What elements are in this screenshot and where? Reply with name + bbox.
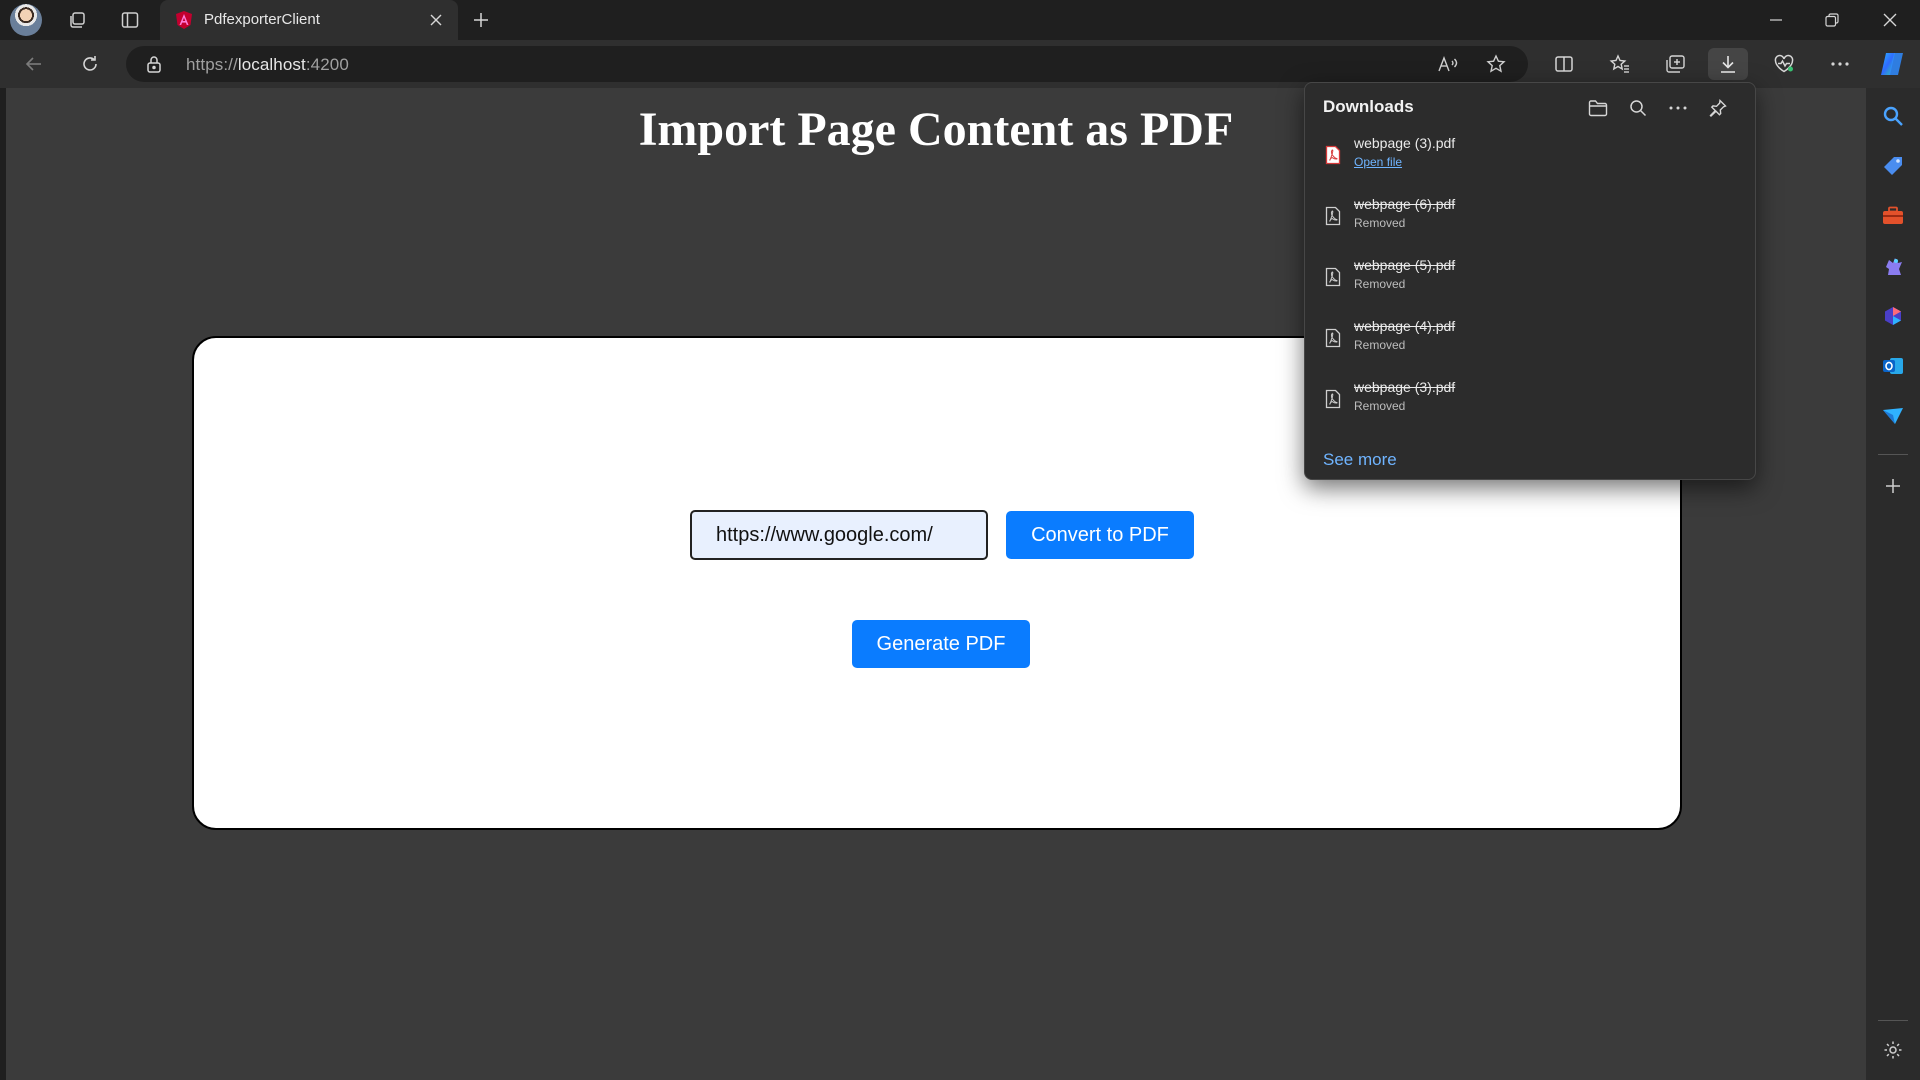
angular-favicon-icon: [176, 11, 192, 29]
sidebar-divider: [1878, 454, 1908, 455]
generate-pdf-button[interactable]: Generate PDF: [852, 620, 1030, 668]
browser-essentials-icon[interactable]: [1764, 48, 1804, 80]
sidebar-divider-bottom: [1878, 1020, 1908, 1021]
new-tab-icon[interactable]: [465, 4, 497, 36]
shopping-tag-icon[interactable]: [1879, 152, 1907, 180]
browser-tab[interactable]: PdfexporterClient: [160, 0, 458, 40]
favorite-star-icon[interactable]: [1480, 50, 1512, 78]
address-bar[interactable]: https://localhost:4200: [126, 46, 1528, 82]
download-file-name: webpage (5).pdf: [1354, 257, 1456, 273]
download-status: Removed: [1354, 216, 1406, 230]
removed-file-icon: [1325, 328, 1341, 348]
download-file-name: webpage (6).pdf: [1354, 196, 1456, 212]
convert-to-pdf-button[interactable]: Convert to PDF: [1006, 511, 1194, 559]
download-item[interactable]: webpage (3).pdf Removed: [1305, 369, 1757, 429]
download-status: Removed: [1354, 277, 1406, 291]
split-screen-icon[interactable]: [1544, 48, 1584, 80]
vertical-tabs-icon[interactable]: [110, 4, 150, 36]
lock-icon[interactable]: [146, 55, 162, 73]
sidebar-settings-gear-icon[interactable]: [1879, 1036, 1907, 1064]
read-aloud-icon[interactable]: [1432, 50, 1464, 78]
download-file-name: webpage (3).pdf: [1354, 379, 1456, 395]
outlook-icon[interactable]: [1879, 352, 1907, 380]
close-window-icon[interactable]: [1862, 0, 1918, 40]
downloads-icon[interactable]: [1708, 48, 1748, 80]
open-file-link[interactable]: Open file: [1354, 155, 1402, 169]
search-icon[interactable]: [1879, 102, 1907, 130]
pdf-file-icon: [1325, 145, 1341, 165]
favorites-icon[interactable]: [1600, 48, 1640, 80]
removed-file-icon: [1325, 267, 1341, 287]
address-url[interactable]: https://localhost:4200: [186, 55, 349, 75]
search-downloads-icon[interactable]: [1621, 91, 1655, 125]
browser-toolbar: https://localhost:4200: [0, 40, 1920, 88]
downloads-panel: Downloads webpage (3).pdf Open file webp…: [1304, 82, 1756, 480]
copilot-icon[interactable]: [1872, 48, 1912, 80]
tools-briefcase-icon[interactable]: [1879, 202, 1907, 230]
pin-downloads-icon[interactable]: [1701, 91, 1735, 125]
url-port: :4200: [305, 55, 349, 74]
profile-avatar[interactable]: [10, 4, 42, 36]
url-input[interactable]: [690, 510, 988, 560]
download-status: Removed: [1354, 399, 1406, 413]
open-downloads-folder-icon[interactable]: [1581, 91, 1615, 125]
download-item[interactable]: webpage (3).pdf Open file: [1305, 125, 1757, 185]
collections-icon[interactable]: [1655, 48, 1695, 80]
download-file-name: webpage (4).pdf: [1354, 318, 1456, 334]
title-bar: PdfexporterClient: [0, 0, 1920, 40]
tab-title: PdfexporterClient: [204, 11, 320, 28]
microsoft-365-icon[interactable]: [1879, 302, 1907, 330]
url-host: localhost: [237, 55, 306, 74]
download-status: Removed: [1354, 338, 1406, 352]
close-tab-icon[interactable]: [424, 8, 448, 32]
download-item[interactable]: webpage (4).pdf Removed: [1305, 308, 1757, 368]
drop-send-icon[interactable]: [1879, 402, 1907, 430]
restore-icon[interactable]: [1804, 0, 1860, 40]
games-icon[interactable]: [1879, 252, 1907, 280]
edge-sidebar: [1866, 88, 1920, 1080]
download-file-name[interactable]: webpage (3).pdf: [1354, 135, 1455, 151]
workspaces-icon[interactable]: [57, 4, 97, 36]
removed-file-icon: [1325, 206, 1341, 226]
add-sidebar-app-icon[interactable]: [1879, 472, 1907, 500]
downloads-title: Downloads: [1323, 97, 1414, 116]
download-item[interactable]: webpage (6).pdf Removed: [1305, 186, 1757, 246]
see-more-link[interactable]: See more: [1323, 450, 1397, 470]
refresh-icon[interactable]: [72, 48, 108, 80]
removed-file-icon: [1325, 389, 1341, 409]
more-options-icon[interactable]: [1820, 48, 1860, 80]
minimize-icon[interactable]: [1748, 0, 1804, 40]
download-item[interactable]: webpage (5).pdf Removed: [1305, 247, 1757, 307]
back-icon[interactable]: [16, 48, 52, 80]
downloads-more-options-icon[interactable]: [1661, 91, 1695, 125]
url-scheme: https://: [186, 55, 238, 74]
